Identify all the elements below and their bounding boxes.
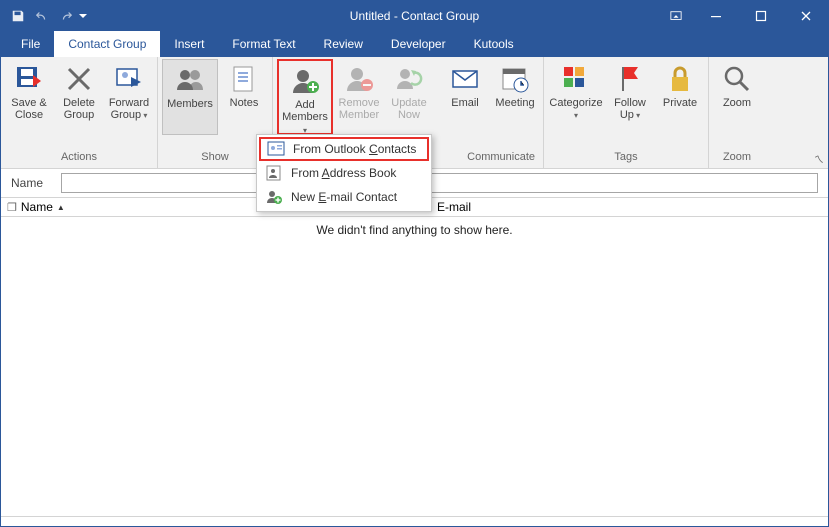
column-email[interactable]: E-mail [407, 200, 828, 214]
label: FollowUp ▾ [614, 97, 646, 122]
forward-icon [113, 63, 145, 95]
remove-member-icon [343, 63, 375, 95]
attachment-icon: ❐ [7, 201, 17, 214]
tab-contact-group[interactable]: Contact Group [54, 31, 160, 57]
name-input[interactable] [61, 173, 818, 193]
label: DeleteGroup [63, 97, 95, 121]
minimize-button[interactable] [693, 1, 738, 31]
label: Meeting [495, 97, 534, 109]
member-list[interactable]: We didn't find anything to show here. [1, 217, 828, 517]
ribbon-display-options-icon[interactable] [659, 1, 693, 31]
save-close-icon [13, 63, 45, 95]
notes-button[interactable]: Notes [220, 59, 268, 135]
private-button[interactable]: Private [656, 59, 704, 135]
label: From Address Book [291, 166, 396, 180]
column-label: Name [21, 200, 53, 214]
lock-icon [664, 63, 696, 95]
email-button[interactable]: Email [441, 59, 489, 135]
close-button[interactable] [783, 1, 828, 31]
group-label: Show [162, 150, 268, 168]
collapse-ribbon-icon[interactable]: ㄟ [814, 151, 824, 166]
zoom-icon [721, 63, 753, 95]
categorize-icon [560, 63, 592, 95]
tab-kutools[interactable]: Kutools [460, 31, 528, 57]
zoom-button[interactable]: Zoom [713, 59, 761, 135]
label: New E-mail Contact [291, 190, 397, 204]
group-label: Zoom [713, 150, 761, 168]
label: Private [663, 97, 697, 109]
empty-message: We didn't find anything to show here. [1, 217, 828, 237]
delete-icon [63, 63, 95, 95]
delete-group-button[interactable]: DeleteGroup [55, 59, 103, 135]
forward-group-button[interactable]: ForwardGroup ▾ [105, 59, 153, 135]
email-icon [449, 63, 481, 95]
members-icon [174, 64, 206, 96]
label: Notes [230, 97, 259, 109]
name-label: Name [11, 176, 55, 190]
remove-member-button: RemoveMember [335, 59, 383, 135]
group-communicate: Email Meeting Communicate [437, 57, 544, 168]
categorize-button[interactable]: Categorize▾ [548, 59, 604, 135]
tab-developer[interactable]: Developer [377, 31, 460, 57]
update-now-button: UpdateNow [385, 59, 433, 135]
flag-icon [614, 63, 646, 95]
tab-insert[interactable]: Insert [160, 31, 218, 57]
update-now-icon [393, 63, 425, 95]
label: RemoveMember [339, 97, 380, 121]
label: UpdateNow [391, 97, 426, 121]
label: Zoom [723, 97, 751, 109]
quick-access-toolbar [1, 5, 87, 27]
label: From Outlook Contacts [293, 142, 416, 156]
notes-icon [228, 63, 260, 95]
window-buttons [659, 1, 828, 31]
group-label: Tags [548, 150, 704, 168]
group-label: Actions [5, 150, 153, 168]
maximize-button[interactable] [738, 1, 783, 31]
group-zoom: Zoom Zoom [709, 57, 765, 168]
qat-dropdown[interactable] [79, 5, 87, 27]
save-icon[interactable] [7, 5, 29, 27]
tab-file[interactable]: File [7, 31, 54, 57]
undo-icon[interactable] [31, 5, 53, 27]
add-members-button[interactable]: AddMembers ▾ [277, 59, 333, 135]
label: ForwardGroup ▾ [109, 97, 149, 122]
tab-format-text[interactable]: Format Text [218, 31, 309, 57]
new-email-contact-item[interactable]: New E-mail Contact [259, 185, 429, 209]
from-outlook-contacts-item[interactable]: From Outlook Contacts [259, 137, 429, 161]
members-button[interactable]: Members [162, 59, 218, 135]
label: Members [167, 98, 213, 110]
title-bar: Untitled - Contact Group [1, 1, 828, 31]
label: Categorize▾ [549, 97, 602, 122]
group-label: Communicate [441, 150, 539, 168]
label: AddMembers ▾ [279, 99, 331, 137]
from-address-book-item[interactable]: From Address Book [259, 161, 429, 185]
new-contact-icon [265, 188, 283, 206]
tab-review[interactable]: Review [310, 31, 377, 57]
save-and-close-button[interactable]: Save &Close [5, 59, 53, 135]
contacts-icon [267, 140, 285, 158]
add-members-dropdown: From Outlook Contacts From Address Book … [256, 134, 432, 212]
label: Email [451, 97, 479, 109]
group-actions: Save &Close DeleteGroup ForwardGroup ▾ A… [1, 57, 158, 168]
meeting-button[interactable]: Meeting [491, 59, 539, 135]
ribbon-tabs: File Contact Group Insert Format Text Re… [1, 31, 828, 57]
sort-ascending-icon: ▲ [57, 203, 65, 212]
meeting-icon [499, 63, 531, 95]
follow-up-button[interactable]: FollowUp ▾ [606, 59, 654, 135]
address-book-icon [265, 164, 283, 182]
group-tags: Categorize▾ FollowUp ▾ Private Tags [544, 57, 709, 168]
add-members-icon [289, 65, 321, 97]
redo-icon[interactable] [55, 5, 77, 27]
label: Save &Close [11, 97, 46, 121]
